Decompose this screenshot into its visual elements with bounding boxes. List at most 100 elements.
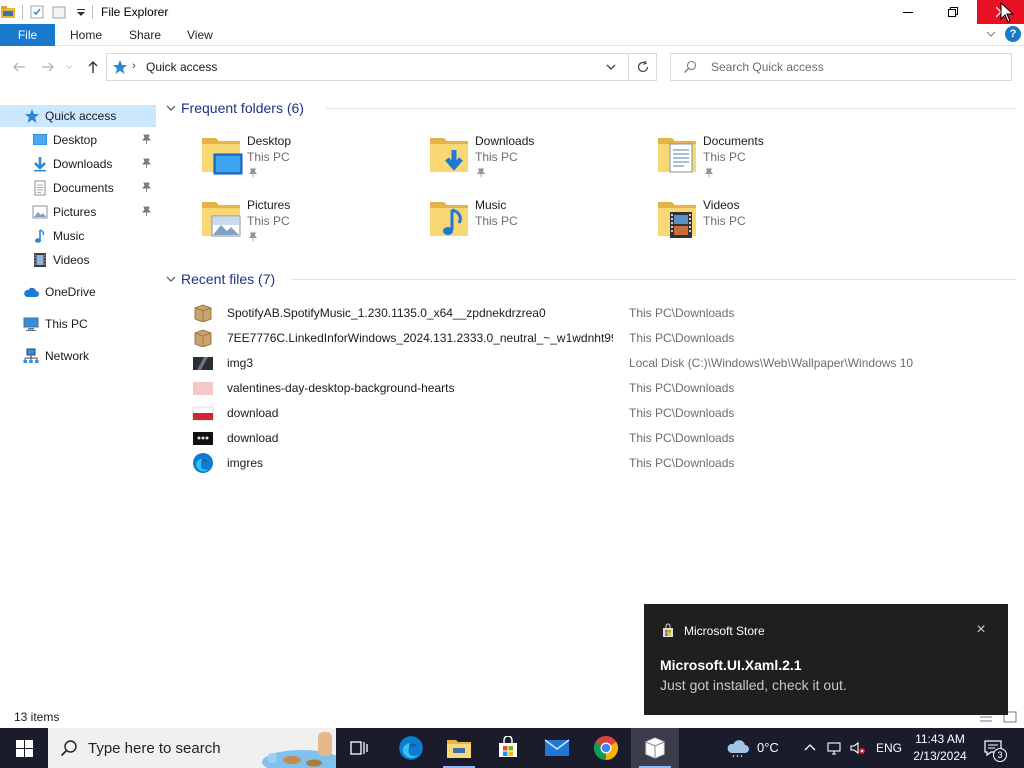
customize-dropdown-icon[interactable] <box>73 4 89 20</box>
help-icon[interactable]: ? <box>1005 26 1021 42</box>
search-input[interactable]: Search Quick access <box>711 60 824 74</box>
list-item[interactable]: valentines-day-desktop-background-hearts… <box>192 376 1022 400</box>
pin-icon[interactable] <box>141 182 152 193</box>
image-dark-icon <box>193 357 213 370</box>
pin-icon[interactable] <box>141 158 152 169</box>
clock-date[interactable]: 2/13/2024 <box>912 749 968 763</box>
folder-tile-documents[interactable]: Documents This PC <box>656 132 876 188</box>
documents-folder-icon <box>658 138 696 173</box>
taskbar: Type here to search 0°C ENG 11:43 AM 2/1… <box>0 728 1024 768</box>
file-name: img3 <box>227 356 254 370</box>
chevron-down-icon[interactable] <box>605 61 617 73</box>
group-header-frequent-folders[interactable]: Frequent folders (6) <box>166 98 304 118</box>
search-box[interactable]: Search Quick access <box>670 53 1012 81</box>
folder-tile-music[interactable]: Music This PC <box>428 196 648 252</box>
properties-icon[interactable] <box>29 4 45 20</box>
sidebar-item-label: This PC <box>45 317 88 331</box>
music-folder-icon <box>430 202 468 236</box>
tab-home[interactable]: Home <box>70 28 102 42</box>
list-item[interactable]: 7EE7776C.LinkedInforWindows_2024.131.233… <box>192 326 1022 350</box>
folder-location: This PC <box>475 150 518 164</box>
forward-arrow-icon[interactable] <box>40 59 56 75</box>
list-item[interactable]: download This PC\Downloads <box>192 426 1022 450</box>
videos-icon <box>34 253 46 267</box>
minimize-button[interactable] <box>885 0 931 24</box>
list-item[interactable]: img3 Local Disk (C:)\Windows\Web\Wallpap… <box>192 351 1022 375</box>
toolbar-separator <box>22 5 23 19</box>
taskbar-chrome[interactable] <box>582 728 630 768</box>
list-item[interactable]: imgres This PC\Downloads <box>192 451 1022 475</box>
taskbar-app-installer[interactable] <box>631 728 679 768</box>
pin-icon[interactable] <box>141 206 152 217</box>
taskbar-file-explorer[interactable] <box>435 728 483 768</box>
folder-location: This PC <box>703 150 746 164</box>
sidebar-item-music[interactable]: Music <box>0 225 156 247</box>
taskbar-microsoft-store[interactable] <box>484 728 532 768</box>
navigation-pane: Quick access Desktop Downloads Documents <box>0 88 156 703</box>
restore-button[interactable] <box>930 0 976 24</box>
edge-icon <box>193 453 213 473</box>
desktop-icon <box>33 134 47 145</box>
group-title: Recent files (7) <box>181 271 276 287</box>
package-icon <box>194 329 212 347</box>
tab-view[interactable]: View <box>187 28 213 42</box>
sidebar-item-videos[interactable]: Videos <box>0 249 156 271</box>
refresh-button[interactable] <box>629 53 657 81</box>
taskbar-search-input[interactable]: Type here to search <box>88 740 221 757</box>
tab-file[interactable]: File <box>0 24 55 46</box>
folder-icon[interactable] <box>0 4 16 20</box>
volume-muted-icon[interactable] <box>849 740 865 756</box>
list-item[interactable]: SpotifyAB.SpotifyMusic_1.230.1135.0_x64_… <box>192 301 1022 325</box>
folder-tile-downloads[interactable]: Downloads This PC <box>428 132 648 188</box>
start-button[interactable] <box>0 728 48 768</box>
folder-tile-pictures[interactable]: Pictures This PC <box>200 196 420 252</box>
taskbar-search-box[interactable]: Type here to search <box>48 728 336 768</box>
sidebar-item-quick-access[interactable]: Quick access <box>0 105 156 127</box>
list-item[interactable]: download This PC\Downloads <box>192 401 1022 425</box>
tab-share[interactable]: Share <box>129 28 161 42</box>
weather-temperature[interactable]: 0°C <box>757 740 779 755</box>
toast-close-button[interactable]: × <box>972 621 990 639</box>
input-language[interactable]: ENG <box>876 741 902 755</box>
microsoft-store-icon <box>499 736 517 757</box>
sidebar-item-label: Documents <box>53 181 114 195</box>
chevron-up-icon[interactable] <box>802 740 818 756</box>
sidebar-item-documents[interactable]: Documents <box>0 177 156 199</box>
taskbar-edge[interactable] <box>387 728 435 768</box>
sidebar-item-desktop[interactable]: Desktop <box>0 129 156 151</box>
folder-location: This PC <box>247 150 290 164</box>
sidebar-item-label: Quick access <box>45 109 117 123</box>
weather-cloud-icon[interactable] <box>726 738 750 758</box>
up-arrow-icon[interactable] <box>85 59 101 75</box>
package-icon <box>194 304 212 322</box>
breadcrumb-chevron-icon[interactable]: › <box>132 60 142 74</box>
new-folder-icon[interactable] <box>51 4 67 20</box>
refresh-icon <box>637 60 648 73</box>
sidebar-item-label: OneDrive <box>45 285 96 299</box>
pin-icon[interactable] <box>141 134 152 145</box>
taskbar-mail[interactable] <box>533 728 581 768</box>
sidebar-item-this-pc[interactable]: This PC <box>0 313 156 335</box>
back-arrow-icon[interactable] <box>11 59 27 75</box>
network-status-icon[interactable] <box>826 740 842 756</box>
address-bar[interactable]: › Quick access <box>106 53 629 81</box>
sidebar-item-onedrive[interactable]: OneDrive <box>0 281 156 303</box>
toast-notification[interactable]: Microsoft Store × Microsoft.UI.Xaml.2.1 … <box>644 604 1008 715</box>
breadcrumb[interactable]: Quick access <box>146 60 217 74</box>
clock-time[interactable]: 11:43 AM <box>912 732 968 746</box>
recent-locations-icon[interactable] <box>66 59 76 75</box>
desktop-folder-icon <box>202 138 243 175</box>
sidebar-item-label: Network <box>45 349 90 363</box>
sidebar-item-pictures[interactable]: Pictures <box>0 201 156 223</box>
star-icon <box>113 60 127 74</box>
folder-tile-desktop[interactable]: Desktop This PC <box>200 132 420 188</box>
expand-ribbon-icon[interactable] <box>985 28 997 40</box>
restore-icon <box>948 7 958 17</box>
sidebar-item-downloads[interactable]: Downloads <box>0 153 156 175</box>
sidebar-item-network[interactable]: Network <box>0 345 156 367</box>
group-header-recent-files[interactable]: Recent files (7) <box>166 269 275 289</box>
window-title: File Explorer <box>101 5 169 19</box>
folder-tile-videos[interactable]: Videos This PC <box>656 196 876 252</box>
task-view-button[interactable] <box>336 728 384 768</box>
mail-icon <box>544 739 570 756</box>
